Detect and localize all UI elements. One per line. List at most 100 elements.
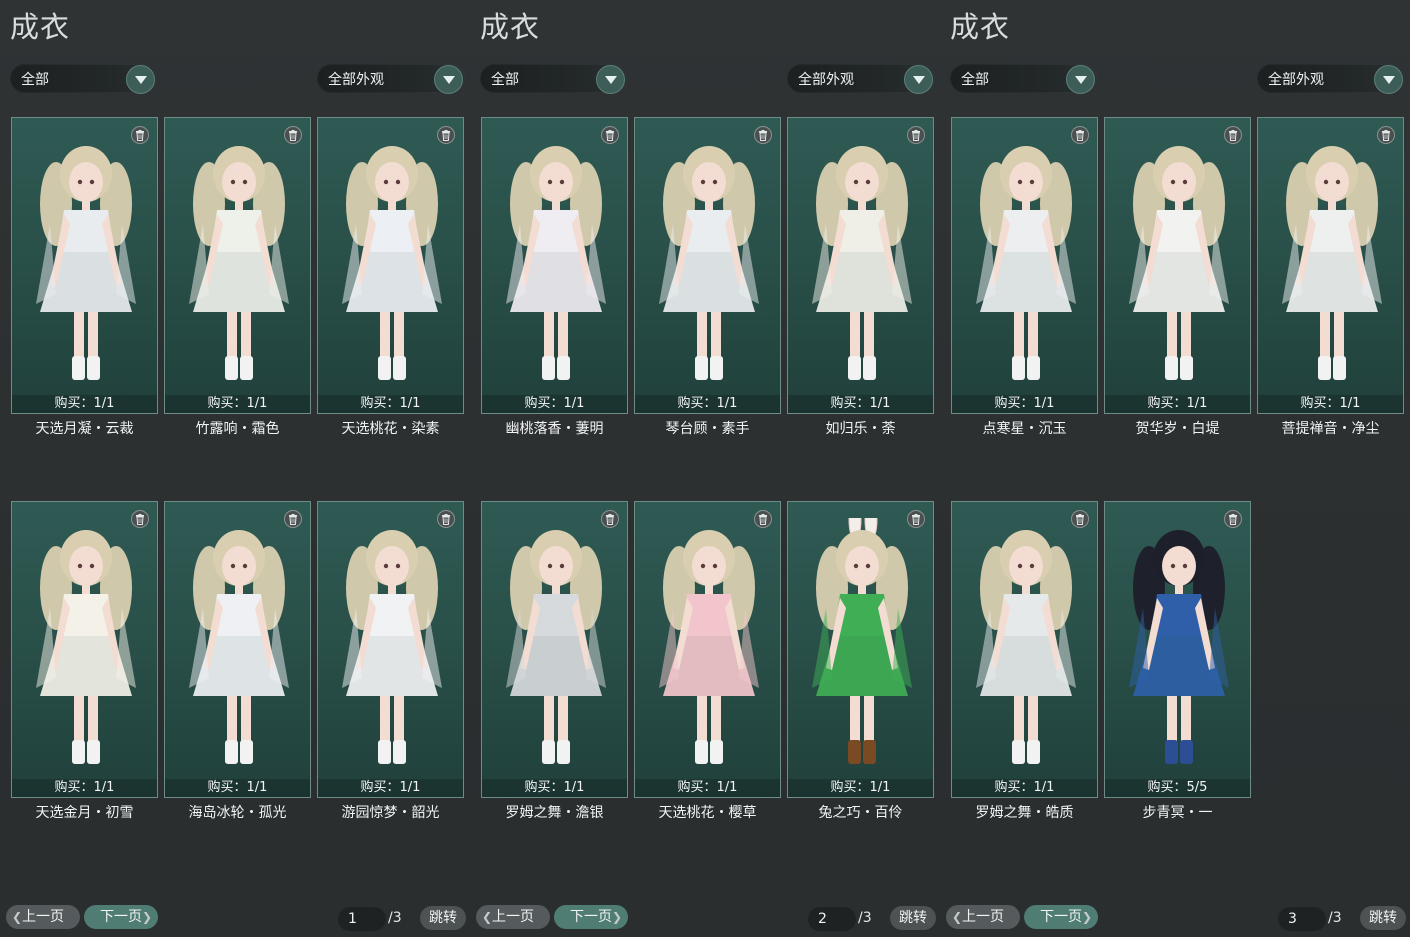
- jump-button[interactable]: 跳转: [890, 906, 936, 930]
- outfit-card[interactable]: 购买：1/1: [164, 117, 311, 414]
- trash-icon[interactable]: [1224, 510, 1242, 528]
- outfit-card[interactable]: 购买：1/1: [481, 501, 628, 798]
- category-dropdown-label: 全部: [961, 72, 989, 88]
- outfit-card[interactable]: 购买：1/1: [951, 117, 1098, 414]
- outfit-name: 罗姆之舞・皓质: [975, 805, 1074, 821]
- outfit-figure-image: [326, 518, 456, 782]
- page-number-input[interactable]: 3: [1278, 907, 1326, 931]
- appearance-dropdown-label: 全部外观: [328, 72, 384, 88]
- chevron-down-icon[interactable]: [434, 65, 463, 94]
- chevron-left-icon: ❮: [12, 910, 23, 924]
- outfit-card[interactable]: 购买：1/1: [11, 501, 158, 798]
- prev-page-button[interactable]: ❮ 上一页: [476, 905, 550, 929]
- chevron-down-icon[interactable]: [1374, 65, 1403, 94]
- next-page-button[interactable]: 下一页 ❯: [1024, 905, 1098, 929]
- purchase-count: 购买：1/1: [635, 779, 780, 797]
- outfit-card[interactable]: 购买：1/1: [787, 117, 934, 414]
- outfit-card[interactable]: 购买：1/1: [1257, 117, 1404, 414]
- outfit-name: 天选月凝・云裁: [35, 421, 134, 437]
- outfit-figure-image: [20, 518, 150, 782]
- outfit-card[interactable]: 购买：1/1: [317, 501, 464, 798]
- chevron-down-icon[interactable]: [126, 65, 155, 94]
- next-page-button[interactable]: 下一页 ❯: [554, 905, 628, 929]
- outfit-card[interactable]: 购买：1/1: [787, 499, 934, 798]
- trash-icon[interactable]: [284, 126, 302, 144]
- prev-page-label: 上一页: [962, 909, 1004, 925]
- outfit-figure-image: [643, 518, 773, 782]
- prev-page-button[interactable]: ❮ 上一页: [946, 905, 1020, 929]
- outfit-card[interactable]: 购买：1/1: [634, 501, 781, 798]
- trash-icon[interactable]: [601, 510, 619, 528]
- panel-title: 成衣: [480, 10, 541, 44]
- outfit-figure-image: [20, 134, 150, 398]
- outfit-figure-image: [490, 518, 620, 782]
- prev-page-button[interactable]: ❮ 上一页: [6, 905, 80, 929]
- outfit-name: 天选金月・初雪: [35, 805, 134, 821]
- trash-icon[interactable]: [284, 510, 302, 528]
- chevron-down-icon[interactable]: [904, 65, 933, 94]
- prev-page-label: 上一页: [22, 909, 64, 925]
- outfit-figure-image: [490, 134, 620, 398]
- trash-icon[interactable]: [1071, 126, 1089, 144]
- outfit-name: 罗姆之舞・澹银: [505, 805, 604, 821]
- jump-button[interactable]: 跳转: [420, 906, 466, 930]
- trash-icon[interactable]: [907, 510, 925, 528]
- trash-icon[interactable]: [1224, 126, 1242, 144]
- chevron-down-icon[interactable]: [1066, 65, 1095, 94]
- jump-button[interactable]: 跳转: [1360, 906, 1406, 930]
- outfit-card[interactable]: 购买：1/1: [11, 117, 158, 414]
- purchase-count: 购买：1/1: [1105, 395, 1250, 413]
- purchase-count: 购买：1/1: [788, 395, 933, 413]
- outfit-name: 琴台顾・素手: [665, 421, 750, 437]
- appearance-dropdown[interactable]: 全部外观: [1257, 64, 1405, 94]
- outfit-card[interactable]: 购买：5/5: [1104, 501, 1251, 798]
- next-page-label: 下一页: [100, 909, 142, 925]
- purchase-count: 购买：1/1: [482, 779, 627, 797]
- outfit-figure-image: [1266, 134, 1396, 398]
- category-dropdown[interactable]: 全部: [950, 64, 1097, 94]
- outfit-figure-image: [1113, 134, 1243, 398]
- outfit-figure-image: [326, 134, 456, 398]
- trash-icon[interactable]: [131, 126, 149, 144]
- outfit-card[interactable]: 购买：1/1: [634, 117, 781, 414]
- page-number-input[interactable]: 1: [338, 907, 386, 931]
- outfit-figure-image: [960, 518, 1090, 782]
- trash-icon[interactable]: [754, 126, 772, 144]
- outfit-name: 幽桃落香・萋明: [505, 421, 604, 437]
- outfit-card[interactable]: 购买：1/1: [164, 501, 311, 798]
- trash-icon[interactable]: [131, 510, 149, 528]
- chevron-down-icon[interactable]: [596, 65, 625, 94]
- trash-icon[interactable]: [437, 126, 455, 144]
- appearance-dropdown-label: 全部外观: [798, 72, 854, 88]
- chevron-right-icon: ❯: [141, 910, 152, 924]
- outfit-card[interactable]: 购买：1/1: [951, 501, 1098, 798]
- category-dropdown-label: 全部: [21, 72, 49, 88]
- panel-title: 成衣: [10, 10, 71, 44]
- outfit-panel: 成衣 全部 全部外观 购买：1/1 天选月凝・云裁 购买：1/1 竹露响・霜色 …: [0, 0, 470, 937]
- purchase-count: 购买：1/1: [635, 395, 780, 413]
- outfit-card[interactable]: 购买：1/1: [481, 117, 628, 414]
- chevron-right-icon: ❯: [611, 910, 622, 924]
- category-dropdown[interactable]: 全部: [480, 64, 627, 94]
- outfit-figure-image: [173, 134, 303, 398]
- trash-icon[interactable]: [907, 126, 925, 144]
- next-page-button[interactable]: 下一页 ❯: [84, 905, 158, 929]
- appearance-dropdown[interactable]: 全部外观: [317, 64, 465, 94]
- outfit-name: 海岛冰轮・孤光: [188, 805, 287, 821]
- purchase-count: 购买：1/1: [12, 779, 157, 797]
- trash-icon[interactable]: [1071, 510, 1089, 528]
- purchase-count: 购买：1/1: [482, 395, 627, 413]
- category-dropdown[interactable]: 全部: [10, 64, 157, 94]
- outfit-card[interactable]: 购买：1/1: [1104, 117, 1251, 414]
- purchase-count: 购买：1/1: [952, 779, 1097, 797]
- trash-icon[interactable]: [754, 510, 772, 528]
- outfit-card[interactable]: 购买：1/1: [317, 117, 464, 414]
- trash-icon[interactable]: [1377, 126, 1395, 144]
- prev-page-label: 上一页: [492, 909, 534, 925]
- appearance-dropdown[interactable]: 全部外观: [787, 64, 935, 94]
- outfit-name: 天选桃花・樱草: [658, 805, 757, 821]
- trash-icon[interactable]: [437, 510, 455, 528]
- page-number-input[interactable]: 2: [808, 907, 856, 931]
- page-total: /3: [858, 910, 872, 926]
- trash-icon[interactable]: [601, 126, 619, 144]
